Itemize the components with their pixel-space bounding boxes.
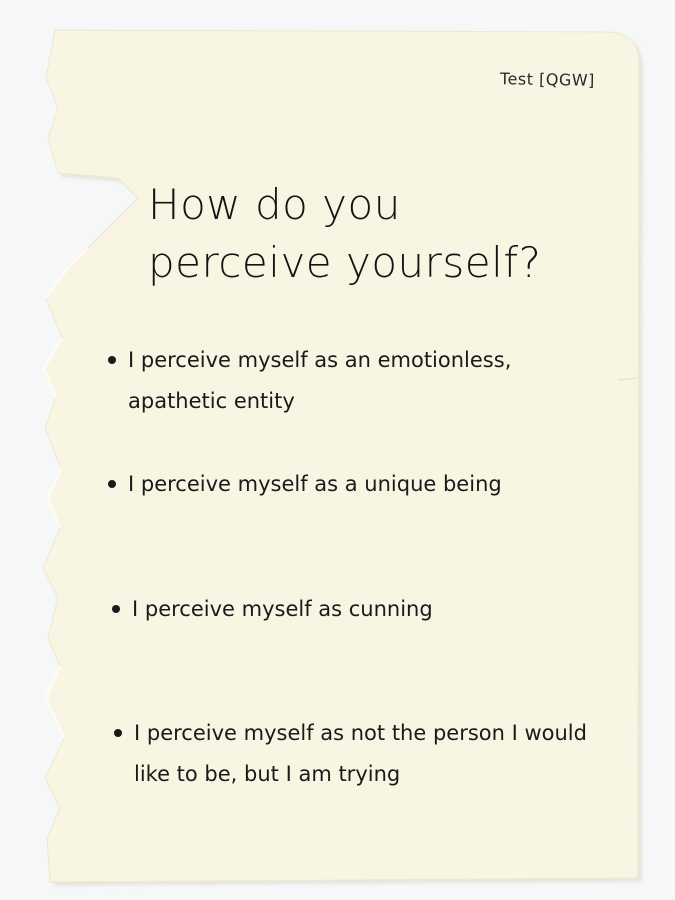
- answer-text: I perceive myself as not the person I wo…: [134, 721, 587, 786]
- test-tag: Test [QGW]: [499, 69, 596, 90]
- list-item: I perceive myself as a unique being: [108, 464, 648, 505]
- bullet-icon: [108, 356, 116, 364]
- answer-text: I perceive myself as cunning: [132, 597, 433, 621]
- list-item: I perceive myself as cunning: [112, 589, 652, 630]
- bullet-icon: [114, 729, 122, 737]
- answer-text: I perceive myself as an emotionless, apa…: [128, 348, 512, 413]
- bullet-icon: [108, 480, 116, 488]
- question-heading: How do you perceive yourself?: [148, 180, 542, 287]
- answer-text: I perceive myself as a unique being: [128, 472, 502, 496]
- list-item: I perceive myself as not the person I wo…: [114, 713, 624, 795]
- bullet-icon: [112, 605, 120, 613]
- list-item: I perceive myself as an emotionless, apa…: [108, 340, 558, 422]
- paper-sheet: Test [QGW] How do you perceive yourself?…: [0, 0, 675, 900]
